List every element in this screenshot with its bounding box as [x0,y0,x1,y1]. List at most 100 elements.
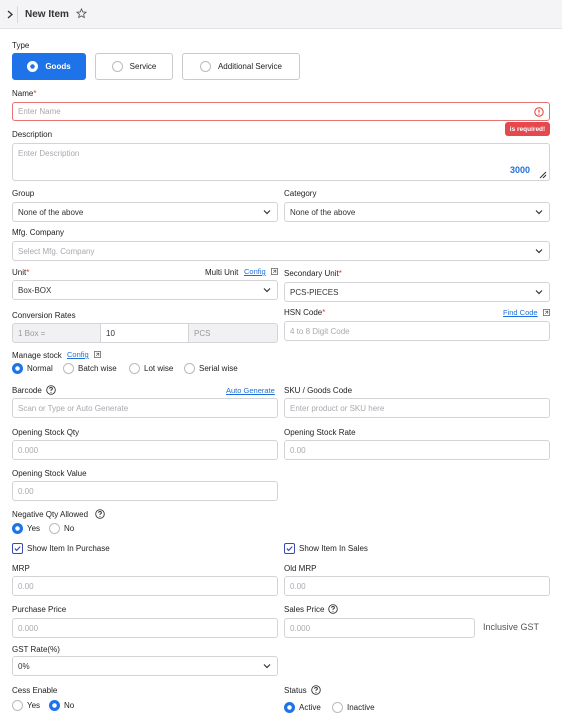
radio-icon [27,61,39,72]
chevron-right-icon[interactable] [6,10,14,19]
secondary-unit-label: Secondary Unit* [284,269,342,278]
description-placeholder: Enter Description [18,149,80,158]
category-select[interactable]: None of the above [284,202,550,222]
help-icon[interactable] [328,604,338,614]
sku-input[interactable]: Enter product or SKU here [284,398,550,418]
purchase-price-label: Purchase Price [12,605,67,614]
cess-no-label: No [64,701,75,710]
radio-icon [199,61,211,72]
multi-unit-label: Multi Unit [205,268,239,277]
secondary-unit-value: PCS-PIECES [290,287,339,297]
mfg-company-label: Mfg. Company [12,228,65,237]
auto-generate-link[interactable]: Auto Generate [226,386,275,395]
hsn-code-input[interactable]: 4 to 8 Digit Code [284,321,550,341]
type-additional-service-button[interactable]: Additional Service [182,53,300,80]
group-label: Group [12,189,35,198]
manage-stock-config-link[interactable]: Config [67,350,89,359]
name-error-tooltip: is required! [505,122,550,136]
category-label: Category [284,189,317,198]
type-goods-button[interactable]: Goods [12,53,86,80]
group-select[interactable]: None of the above [12,202,278,222]
external-link-icon[interactable] [271,268,278,275]
group-value: None of the above [18,207,84,217]
conversion-rate-input[interactable]: 10 [100,323,189,343]
opening-stock-rate-label: Opening Stock Rate [284,428,356,437]
stock-normal-radio[interactable]: Normal [12,363,53,374]
chevron-down-icon [535,290,543,295]
description-textarea[interactable]: Enter Description [12,143,550,181]
chevron-down-icon [535,210,543,215]
unit-select[interactable]: Box-BOX [12,280,278,300]
status-active-radio[interactable]: Active [284,702,321,713]
conversion-secondary-unit: PCS [188,323,278,343]
opening-stock-value-label: Opening Stock Value [12,469,87,478]
star-icon[interactable] [76,8,87,19]
radio-icon [129,363,140,374]
help-icon[interactable] [95,509,105,519]
unit-label: Unit* [12,268,30,277]
sales-price-input[interactable]: 0.000 [284,618,475,638]
resize-icon[interactable] [539,171,547,179]
manage-stock-label: Manage stock [12,351,62,360]
find-code-link[interactable]: Find Code [503,308,538,317]
radio-icon [12,363,23,374]
secondary-unit-select[interactable]: PCS-PIECES [284,282,550,302]
status-inactive-radio[interactable]: Inactive [332,702,375,713]
mrp-label: MRP [12,564,30,573]
name-label: Name* [12,89,37,98]
mrp-placeholder: 0.00 [18,581,34,591]
stock-serial-label: Serial wise [199,364,238,373]
type-service-label: Service [129,62,157,71]
status-inactive-label: Inactive [347,703,375,712]
negative-qty-no-label: No [64,524,75,533]
cess-no-radio[interactable]: No [49,700,74,711]
help-icon[interactable] [311,685,321,695]
external-link-icon[interactable] [543,309,550,316]
negative-qty-no-radio[interactable]: No [49,523,74,534]
mfg-company-placeholder: Select Mfg. Company [18,246,95,256]
gst-rate-value: 0% [18,661,30,671]
negative-qty-yes-radio[interactable]: Yes [12,523,40,534]
conversion-base-unit: 1 Box = [12,323,101,343]
cess-yes-radio[interactable]: Yes [12,700,40,711]
show-in-purchase-checkbox[interactable]: Show Item In Purchase [12,543,110,554]
chevron-down-icon [263,288,271,293]
stock-serial-radio[interactable]: Serial wise [184,363,238,374]
error-circle-icon [534,106,544,117]
opening-stock-qty-input[interactable]: 0.000 [12,440,278,460]
chevron-down-icon [263,210,271,215]
show-in-sales-checkbox[interactable]: Show Item In Sales [284,543,368,554]
gst-rate-select[interactable]: 0% [12,656,278,676]
external-link-icon[interactable] [94,351,101,358]
radio-icon [111,61,123,72]
help-icon[interactable] [46,385,56,395]
hsn-code-label: HSN Code* [284,308,326,317]
opening-stock-rate-input[interactable]: 0.00 [284,440,550,460]
mrp-input[interactable]: 0.00 [12,576,278,596]
stock-batch-radio[interactable]: Batch wise [63,363,117,374]
type-service-button[interactable]: Service [95,53,173,80]
gst-rate-label: GST Rate(%) [12,645,60,654]
old-mrp-placeholder: 0.00 [290,581,306,591]
conversion-rates-label: Conversion Rates [12,311,76,320]
radio-icon [12,523,23,534]
old-mrp-input[interactable]: 0.00 [284,576,550,596]
radio-icon [284,702,295,713]
unit-config-link[interactable]: Config [244,267,266,276]
chevron-down-icon [263,664,271,669]
hsn-code-placeholder: 4 to 8 Digit Code [290,326,350,336]
mfg-company-select[interactable]: Select Mfg. Company [12,241,550,261]
sku-label: SKU / Goods Code [284,386,353,395]
name-input[interactable]: Enter Name [12,102,550,121]
opening-stock-value-input[interactable]: 0.00 [12,481,278,501]
barcode-input[interactable]: Scan or Type or Auto Generate [12,398,278,418]
stock-lot-radio[interactable]: Lot wise [129,363,173,374]
divider [17,6,18,23]
description-char-counter: 3000 [510,165,531,175]
purchase-price-input[interactable]: 0.000 [12,618,278,638]
type-additional-service-label: Additional Service [217,62,283,71]
type-goods-label: Goods [45,62,71,71]
chevron-down-icon [535,249,543,254]
status-active-label: Active [299,703,321,712]
stock-batch-label: Batch wise [78,364,117,373]
